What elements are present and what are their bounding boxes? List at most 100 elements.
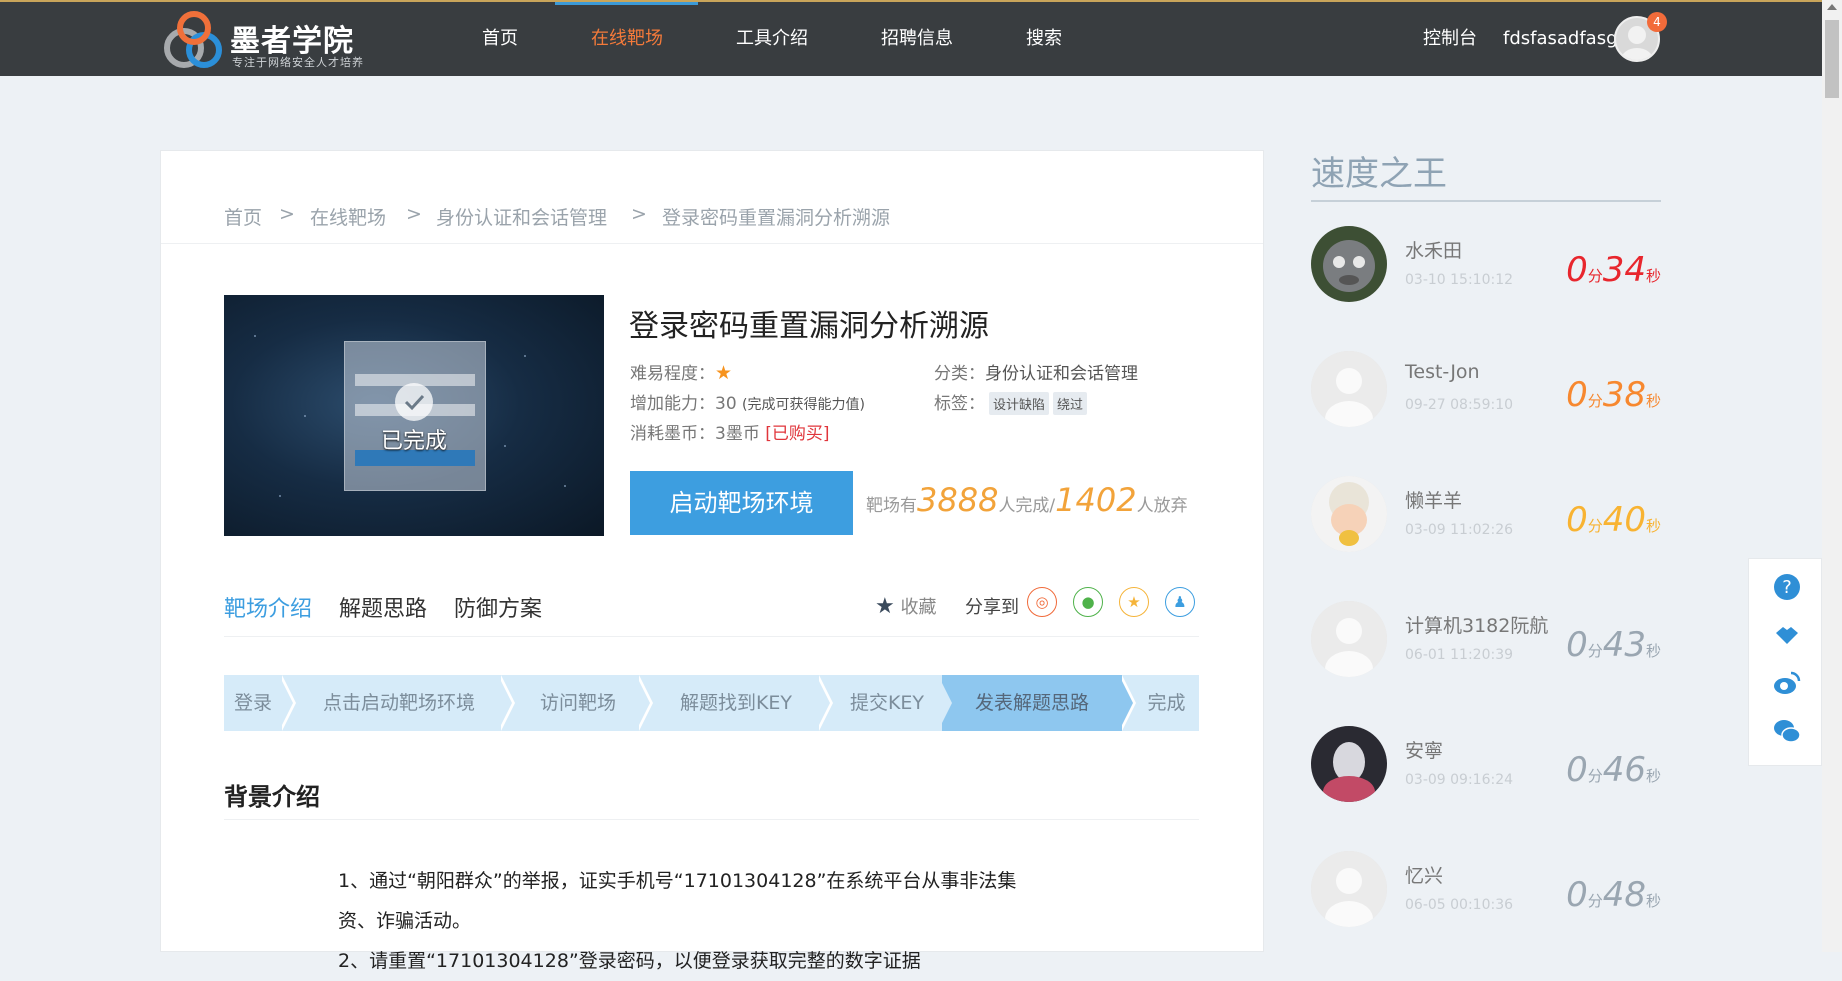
rank-speed: 0分46秒 <box>1566 750 1661 790</box>
breadcrumb-category[interactable]: 身份认证和会话管理 <box>436 203 607 230</box>
breadcrumb-home[interactable]: 首页 <box>224 203 262 230</box>
purchased-status: [已购买] <box>765 424 830 444</box>
unit-sec: 秒 <box>1645 392 1661 410</box>
challenge-thumbnail[interactable]: 已完成 <box>224 295 604 536</box>
rank-name: Test-Jon <box>1405 361 1480 383</box>
step-separator <box>816 675 830 731</box>
floating-toolbar: ? <box>1748 558 1822 766</box>
tag-chip[interactable]: 绕过 <box>1053 392 1088 415</box>
rank-item[interactable]: 计算机3182阮航 06-01 11:20:39 0分43秒 <box>1311 601 1661 681</box>
tab-solution[interactable]: 解题思路 <box>339 591 427 623</box>
tag-chip[interactable]: 设计缺陷 <box>989 392 1050 415</box>
stats-prefix: 靶场有 <box>866 496 917 516</box>
step-start-env: 点击启动靶场环境 <box>322 692 475 714</box>
wechat-icon[interactable]: ● <box>1073 587 1103 617</box>
favorite-button[interactable]: ★ 收藏 <box>875 593 936 619</box>
unit-min: 分 <box>1587 767 1603 785</box>
completed-suffix: 人完成/ <box>998 496 1056 516</box>
nav-jobs[interactable]: 招聘信息 <box>881 2 953 76</box>
rank-speed: 0分34秒 <box>1566 250 1661 290</box>
username-link[interactable]: fdsfasadfasg <box>1503 2 1618 76</box>
breadcrumb-online-range[interactable]: 在线靶场 <box>310 203 386 230</box>
help-icon[interactable]: ? <box>1773 573 1801 601</box>
challenge-card: 首页 > 在线靶场 > 身份认证和会话管理 > 登录密码重置漏洞分析溯源 已完成… <box>160 150 1264 972</box>
svg-text:?: ? <box>1782 577 1792 598</box>
qzone-icon[interactable]: ★ <box>1119 587 1149 617</box>
console-link[interactable]: 控制台 <box>1423 2 1477 76</box>
rank-min: 0 <box>1566 500 1588 540</box>
rank-item[interactable]: 懒羊羊 03-09 11:02:26 0分40秒 <box>1311 476 1661 556</box>
weibo-icon[interactable] <box>1773 669 1801 697</box>
rank-speed: 0分48秒 <box>1566 875 1661 915</box>
qq-icon[interactable]: ♟ <box>1165 587 1195 617</box>
category: 分类：身份认证和会话管理 <box>934 359 1138 384</box>
unit-sec: 秒 <box>1645 767 1661 785</box>
rank-sec: 40 <box>1602 500 1646 540</box>
unit-sec: 秒 <box>1645 892 1661 910</box>
rank-min: 0 <box>1566 875 1588 915</box>
rank-item[interactable]: 水禾田 03-10 15:10:12 0分34秒 <box>1311 226 1661 306</box>
nav-home[interactable]: 首页 <box>482 2 518 76</box>
notification-badge[interactable]: 4 <box>1647 12 1667 32</box>
unit-min: 分 <box>1587 517 1603 535</box>
star-icon: ★ <box>715 362 733 384</box>
rank-item[interactable]: 忆兴 06-05 00:10:36 0分48秒 <box>1311 851 1661 931</box>
rank-sec: 38 <box>1602 375 1646 415</box>
star-dot <box>279 495 281 497</box>
step-separator <box>279 675 293 731</box>
wechat-icon[interactable] <box>1773 717 1801 745</box>
step-post-solution: 发表解题思路 <box>942 675 1122 731</box>
rank-time: 03-09 09:16:24 <box>1405 772 1514 788</box>
completion-stats: 靶场有3888人完成/1402人放弃 <box>866 481 1188 519</box>
rank-name: 水禾田 <box>1405 240 1463 262</box>
rank-item[interactable]: 安寧 03-09 09:16:24 0分46秒 <box>1311 726 1661 806</box>
unit-min: 分 <box>1587 642 1603 660</box>
logo-subtitle: 专注于网络安全人才培养 <box>232 56 364 69</box>
rank-min: 0 <box>1566 250 1588 290</box>
nav-online-range[interactable]: 在线靶场 <box>591 2 663 76</box>
scroll-up-arrow-icon[interactable] <box>1827 4 1837 10</box>
divider <box>224 819 1199 820</box>
scroll-thumb[interactable] <box>1825 20 1839 98</box>
star-dot <box>304 415 306 417</box>
page-scrollbar[interactable] <box>1822 0 1842 952</box>
step-separator <box>1119 675 1133 731</box>
tab-intro[interactable]: 靶场介绍 <box>224 591 312 623</box>
handshake-icon[interactable] <box>1773 621 1801 649</box>
rank-name: 安寧 <box>1405 740 1444 762</box>
unit-sec: 秒 <box>1645 642 1661 660</box>
rank-min: 0 <box>1566 750 1588 790</box>
rank-speed: 0分40秒 <box>1566 500 1661 540</box>
nav-search[interactable]: 搜索 <box>1026 2 1062 76</box>
weibo-icon[interactable]: ◎ <box>1027 587 1057 617</box>
breadcrumb-separator: > <box>631 203 647 225</box>
unit-min: 分 <box>1587 392 1603 410</box>
ability-value: 30 <box>715 394 737 414</box>
category-label: 分类： <box>934 364 985 384</box>
tab-defense[interactable]: 防御方案 <box>454 591 542 623</box>
favorite-label: 收藏 <box>900 597 937 618</box>
rank-name: 忆兴 <box>1405 865 1444 887</box>
breadcrumb-current: 登录密码重置漏洞分析溯源 <box>662 207 891 229</box>
avatar <box>1311 351 1387 427</box>
logo[interactable]: 墨者学院 专注于网络安全人才培养 <box>160 6 380 74</box>
divider <box>1311 200 1661 202</box>
cost: 消耗墨币：3墨币 [已购买] <box>630 419 830 444</box>
completed-status: 已完成 <box>380 429 447 454</box>
divider <box>161 243 1263 244</box>
speed-king-title: 速度之王 <box>1311 154 1447 194</box>
difficulty: 难易程度：★ <box>630 359 732 384</box>
rank-time: 06-05 00:10:36 <box>1405 897 1514 913</box>
nav-tools[interactable]: 工具介绍 <box>736 2 808 76</box>
logo-icon <box>164 11 222 68</box>
check-circle-icon <box>395 383 433 421</box>
step-separator <box>938 675 952 731</box>
avatar <box>1311 226 1387 302</box>
rank-sec: 48 <box>1602 875 1646 915</box>
ability-note: (完成可获得能力值) <box>742 397 865 413</box>
rank-item[interactable]: Test-Jon 09-27 08:59:10 0分38秒 <box>1311 351 1661 431</box>
completed-count: 3888 <box>917 481 999 519</box>
start-range-button[interactable]: 启动靶场环境 <box>630 471 853 535</box>
rank-name: 计算机3182阮航 <box>1405 615 1549 637</box>
avatar <box>1311 851 1387 927</box>
